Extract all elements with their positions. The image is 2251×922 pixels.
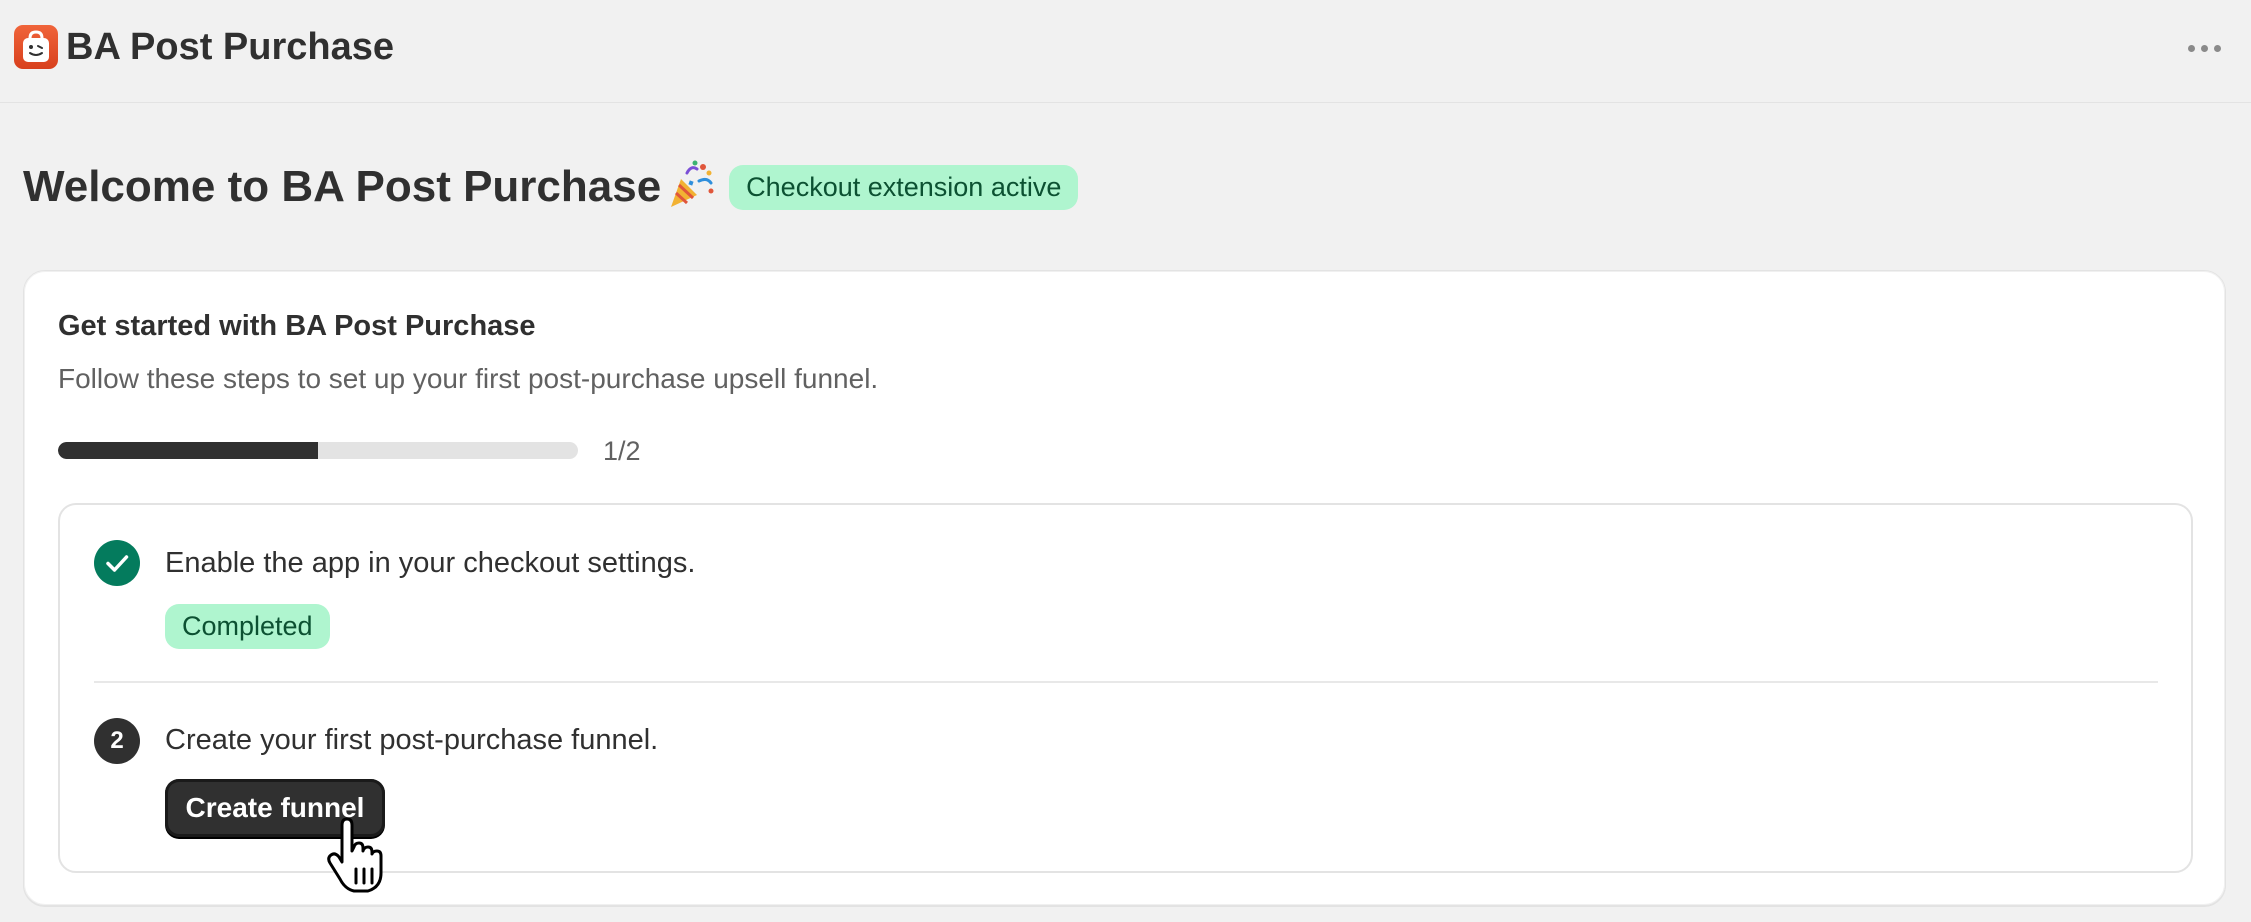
step-divider (94, 681, 2158, 683)
page-title: Welcome to BA Post Purchase (23, 162, 662, 211)
progress-bar-fill (58, 442, 318, 459)
progress-label: 1/2 (603, 436, 641, 466)
completed-badge: Completed (165, 604, 330, 649)
app-header: BA Post Purchase (0, 0, 2251, 103)
more-dot (2214, 45, 2221, 52)
step-1-text: Enable the app in your checkout settings… (165, 547, 696, 579)
app-title: BA Post Purchase (66, 26, 395, 68)
hand-pointer-cursor-icon (320, 817, 400, 895)
more-actions-button[interactable] (2180, 30, 2230, 66)
step-2-text: Create your first post-purchase funnel. (165, 724, 659, 756)
card-subtitle: Follow these steps to set up your first … (58, 363, 879, 394)
step-2-number: 2 (94, 718, 140, 764)
shopping-bag-logo-icon (14, 25, 58, 69)
check-circle-icon (94, 540, 140, 586)
more-dot (2201, 45, 2208, 52)
party-popper-icon (667, 159, 715, 211)
more-horizontal-icon (2188, 45, 2195, 52)
progress-bar (58, 442, 578, 459)
checkout-status-badge: Checkout extension active (729, 165, 1079, 210)
onboarding-card: Get started with BA Post Purchase Follow… (23, 270, 2226, 906)
card-title: Get started with BA Post Purchase (58, 310, 536, 342)
